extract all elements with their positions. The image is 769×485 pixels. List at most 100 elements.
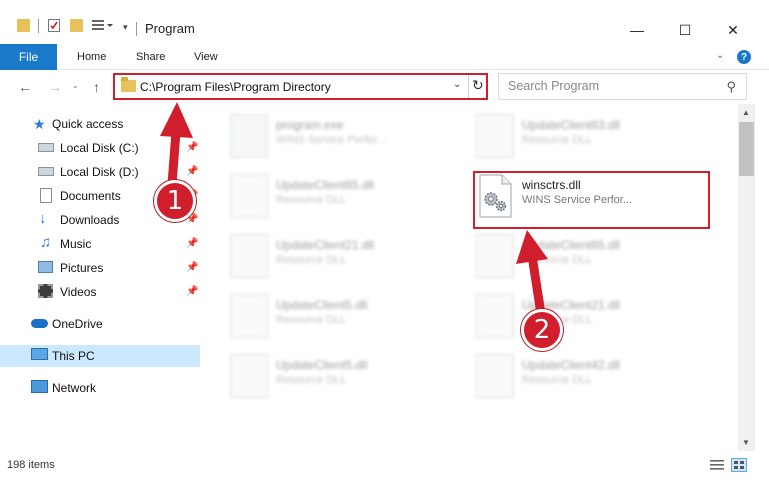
drive-icon — [38, 143, 54, 152]
file-item[interactable]: UpdateClient42.dll Resource DLL — [476, 350, 706, 404]
tab-share[interactable]: Share — [136, 51, 165, 63]
maximize-button[interactable]: ☐ — [662, 16, 708, 44]
dll-file-icon — [230, 234, 268, 278]
refresh-icon[interactable]: ↻ — [472, 77, 484, 94]
tiles-view-icon[interactable] — [731, 458, 747, 472]
exe-file-icon — [230, 114, 268, 158]
search-box[interactable]: ⚲ — [498, 73, 747, 100]
star-icon: ★ — [33, 116, 46, 132]
file-highlight-box — [473, 171, 710, 229]
sidebar-item-label: Downloads — [60, 213, 120, 227]
file-description: Resource DLL — [522, 254, 593, 266]
file-name: UpdateClient63.dll — [522, 118, 621, 132]
step-badge-2: 2 — [521, 309, 563, 351]
pictures-icon — [38, 261, 53, 273]
close-button[interactable]: ✕ — [710, 16, 756, 44]
pin-icon[interactable]: 📌 — [186, 238, 198, 249]
sidebar-item-label: Network — [52, 381, 97, 395]
sidebar-item-music[interactable]: ♫ Music 📌 — [0, 233, 200, 255]
address-bar[interactable]: C:\Program Files\Program Directory ⌄ ↻ — [113, 73, 488, 100]
file-description: Resource DLL — [276, 374, 347, 386]
file-item[interactable]: UpdateClient5.dll Resource DLL — [230, 290, 460, 344]
file-description: WINS Service Perfor... — [276, 134, 387, 146]
back-arrow-icon[interactable]: ← — [18, 79, 32, 95]
pin-icon[interactable]: 📌 — [186, 142, 198, 153]
sidebar-item-label: OneDrive — [52, 317, 103, 331]
folder-icon — [121, 77, 136, 92]
details-view-icon[interactable] — [709, 458, 725, 472]
help-icon[interactable]: ? — [737, 50, 751, 64]
qa-separator — [38, 19, 39, 33]
file-item[interactable]: UpdateClient5.dll Resource DLL — [230, 350, 460, 404]
file-name: UpdateClient5.dll — [276, 358, 368, 372]
file-name: UpdateClient5.dll — [276, 298, 368, 312]
step-badge-1: 1 — [154, 180, 196, 222]
file-item[interactable]: UpdateClient21.dll Resource DLL — [230, 230, 460, 284]
pin-icon[interactable]: 📌 — [186, 286, 198, 297]
dll-file-icon — [476, 294, 514, 338]
file-description: Resource DLL — [522, 374, 593, 386]
file-description: Resource DLL — [276, 194, 347, 206]
sidebar-item-label: Documents — [60, 189, 121, 203]
file-item[interactable]: UpdateClient65.dll Resource DLL — [476, 230, 706, 284]
customize-toolbar-icon[interactable] — [92, 19, 113, 32]
tab-file[interactable]: File — [0, 44, 57, 70]
sidebar-item-label: Local Disk (C:) — [60, 141, 139, 155]
dll-file-icon — [230, 294, 268, 338]
title-bar: ▾ Program — ☐ ✕ — [0, 0, 769, 44]
search-icon[interactable]: ⚲ — [726, 79, 736, 95]
properties-icon[interactable] — [48, 19, 60, 32]
dll-file-icon — [476, 114, 514, 158]
file-item[interactable]: program.exe WINS Service Perfor... — [230, 110, 460, 164]
forward-arrow-icon[interactable]: → — [48, 79, 62, 95]
status-bar: 198 items — [0, 451, 769, 485]
sidebar-item-pictures[interactable]: Pictures 📌 — [0, 257, 200, 279]
file-name: UpdateClient65.dll — [522, 238, 621, 252]
chevron-down-icon[interactable]: ▾ — [123, 22, 128, 33]
file-name: UpdateClient21.dll — [276, 238, 375, 252]
window-title: Program — [145, 21, 195, 36]
computer-icon — [31, 348, 48, 360]
file-name: UpdateClient42.dll — [522, 358, 621, 372]
documents-icon — [40, 188, 52, 203]
new-folder-icon[interactable] — [70, 19, 83, 32]
file-description: Resource DLL — [522, 134, 593, 146]
minimize-button[interactable]: — — [614, 16, 660, 44]
sidebar-item-videos[interactable]: Videos 📌 — [0, 281, 200, 303]
scroll-down-icon[interactable]: ▼ — [742, 438, 750, 447]
file-name: UpdateClient65.dll — [276, 178, 375, 192]
scrollbar-thumb[interactable] — [739, 122, 754, 176]
file-description: Resource DLL — [276, 314, 347, 326]
up-arrow-icon[interactable]: ↑ — [93, 79, 100, 95]
search-input[interactable] — [508, 79, 708, 93]
expand-ribbon-icon[interactable]: ⌄ — [716, 50, 724, 61]
file-item[interactable]: UpdateClient63.dll Resource DLL — [476, 110, 706, 164]
pin-icon[interactable]: 📌 — [186, 262, 198, 273]
folder-icon — [17, 19, 30, 32]
pin-icon[interactable]: 📌 — [186, 166, 198, 177]
tab-home[interactable]: Home — [77, 51, 106, 63]
sidebar-item-quick-access[interactable]: ★ Quick access — [0, 113, 200, 135]
address-path[interactable]: C:\Program Files\Program Directory — [140, 80, 331, 94]
sidebar-item-local-disk-c[interactable]: Local Disk (C:) 📌 — [0, 137, 200, 159]
file-item[interactable]: UpdateClient21.dll Resource DLL — [476, 290, 706, 344]
sidebar-item-label: Videos — [60, 285, 97, 299]
sidebar-item-onedrive[interactable]: OneDrive — [0, 313, 200, 335]
sidebar-item-label: Quick access — [52, 117, 124, 131]
vertical-scrollbar[interactable]: ▲ ▼ — [738, 104, 755, 451]
tab-view[interactable]: View — [194, 51, 218, 63]
chevron-down-icon[interactable]: ⌄ — [453, 79, 461, 90]
recent-locations-icon[interactable]: ⌄ — [72, 81, 79, 90]
sidebar-item-label: Local Disk (D:) — [60, 165, 139, 179]
scroll-up-icon[interactable]: ▲ — [742, 108, 750, 117]
navigation-pane: ★ Quick access Local Disk (C:) 📌 Local D… — [0, 104, 200, 451]
file-item[interactable]: UpdateClient65.dll Resource DLL — [230, 170, 460, 224]
title-separator — [136, 22, 137, 36]
sidebar-item-label: Pictures — [60, 261, 104, 275]
sidebar-item-this-pc[interactable]: This PC — [0, 345, 200, 367]
dll-file-icon — [230, 174, 268, 218]
music-icon: ♫ — [40, 234, 52, 251]
item-count: 198 items — [7, 459, 55, 471]
sidebar-item-network[interactable]: Network — [0, 377, 200, 399]
cloud-icon — [31, 319, 48, 328]
